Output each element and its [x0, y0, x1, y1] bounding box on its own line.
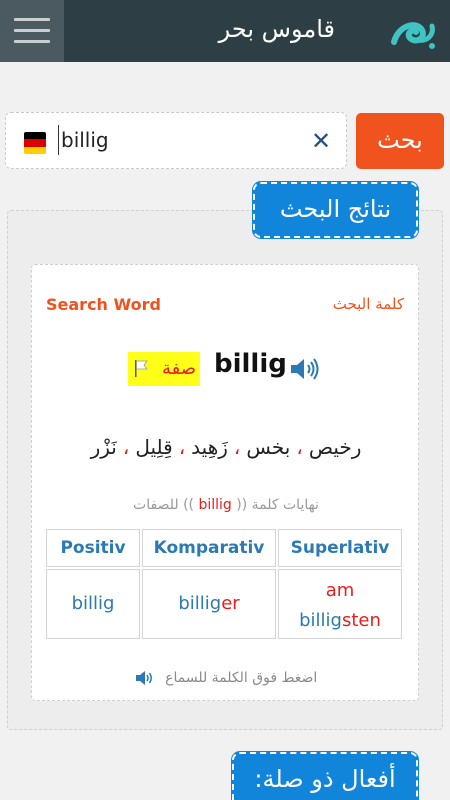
search-word[interactable]: billig	[214, 349, 287, 379]
word-row: صفة billig	[32, 349, 420, 389]
speaker-icon[interactable]	[289, 357, 321, 381]
wave-logo-icon	[391, 22, 435, 49]
result-card: Search Word كلمة البحث صفة billig رخيص،ب…	[31, 264, 419, 701]
table-cell-positiv[interactable]: billig	[46, 569, 140, 639]
translation-item: زَهِيد	[191, 435, 228, 459]
results-header: نتائج البحث	[253, 182, 418, 238]
part-of-speech-label: صفة	[161, 358, 196, 379]
hamburger-menu-button[interactable]	[0, 0, 64, 62]
table-cell-superlativ[interactable]: am billigsten	[278, 569, 402, 639]
table-header-superlativ: Superlativ	[278, 529, 402, 567]
translation-item: رخيص	[308, 435, 362, 459]
menu-line-icon	[14, 18, 50, 21]
german-flag-icon[interactable]	[24, 132, 46, 154]
endings-word: billig	[198, 497, 232, 513]
search-button[interactable]: بحث	[356, 113, 444, 169]
search-input[interactable]	[58, 125, 298, 155]
clear-search-icon[interactable]: ✕	[310, 129, 332, 153]
search-word-label-ar: كلمة البحث	[332, 295, 404, 313]
top-app-bar: قاموس بحر	[0, 0, 450, 62]
translation-item: بخس	[246, 435, 291, 459]
small-speaker-icon	[135, 671, 152, 685]
table-cell-komparativ[interactable]: billiger	[142, 569, 276, 639]
related-verbs-header: أفعال ذو صلة:	[232, 752, 418, 800]
search-box: ✕	[5, 112, 347, 169]
table-header-positiv: Positiv	[46, 529, 140, 567]
table-header-komparativ: Komparativ	[142, 529, 276, 567]
menu-line-icon	[14, 40, 50, 43]
translations-list: رخيص،بخس،زَهِيد،قِلِيل،نَزْر	[90, 435, 362, 459]
part-of-speech-tag: صفة	[128, 352, 200, 386]
search-word-label: Search Word	[46, 295, 161, 314]
translation-item: قِلِيل	[135, 435, 173, 459]
menu-line-icon	[14, 29, 50, 32]
translation-item: نَزْر	[90, 435, 117, 459]
listen-hint: اضغط فوق الكلمة للسماع	[32, 670, 420, 686]
white-flag-icon	[135, 360, 148, 377]
app-title: قاموس بحر	[218, 15, 335, 43]
endings-title: نهايات كلمة (( billig )) للصفات	[133, 497, 319, 513]
